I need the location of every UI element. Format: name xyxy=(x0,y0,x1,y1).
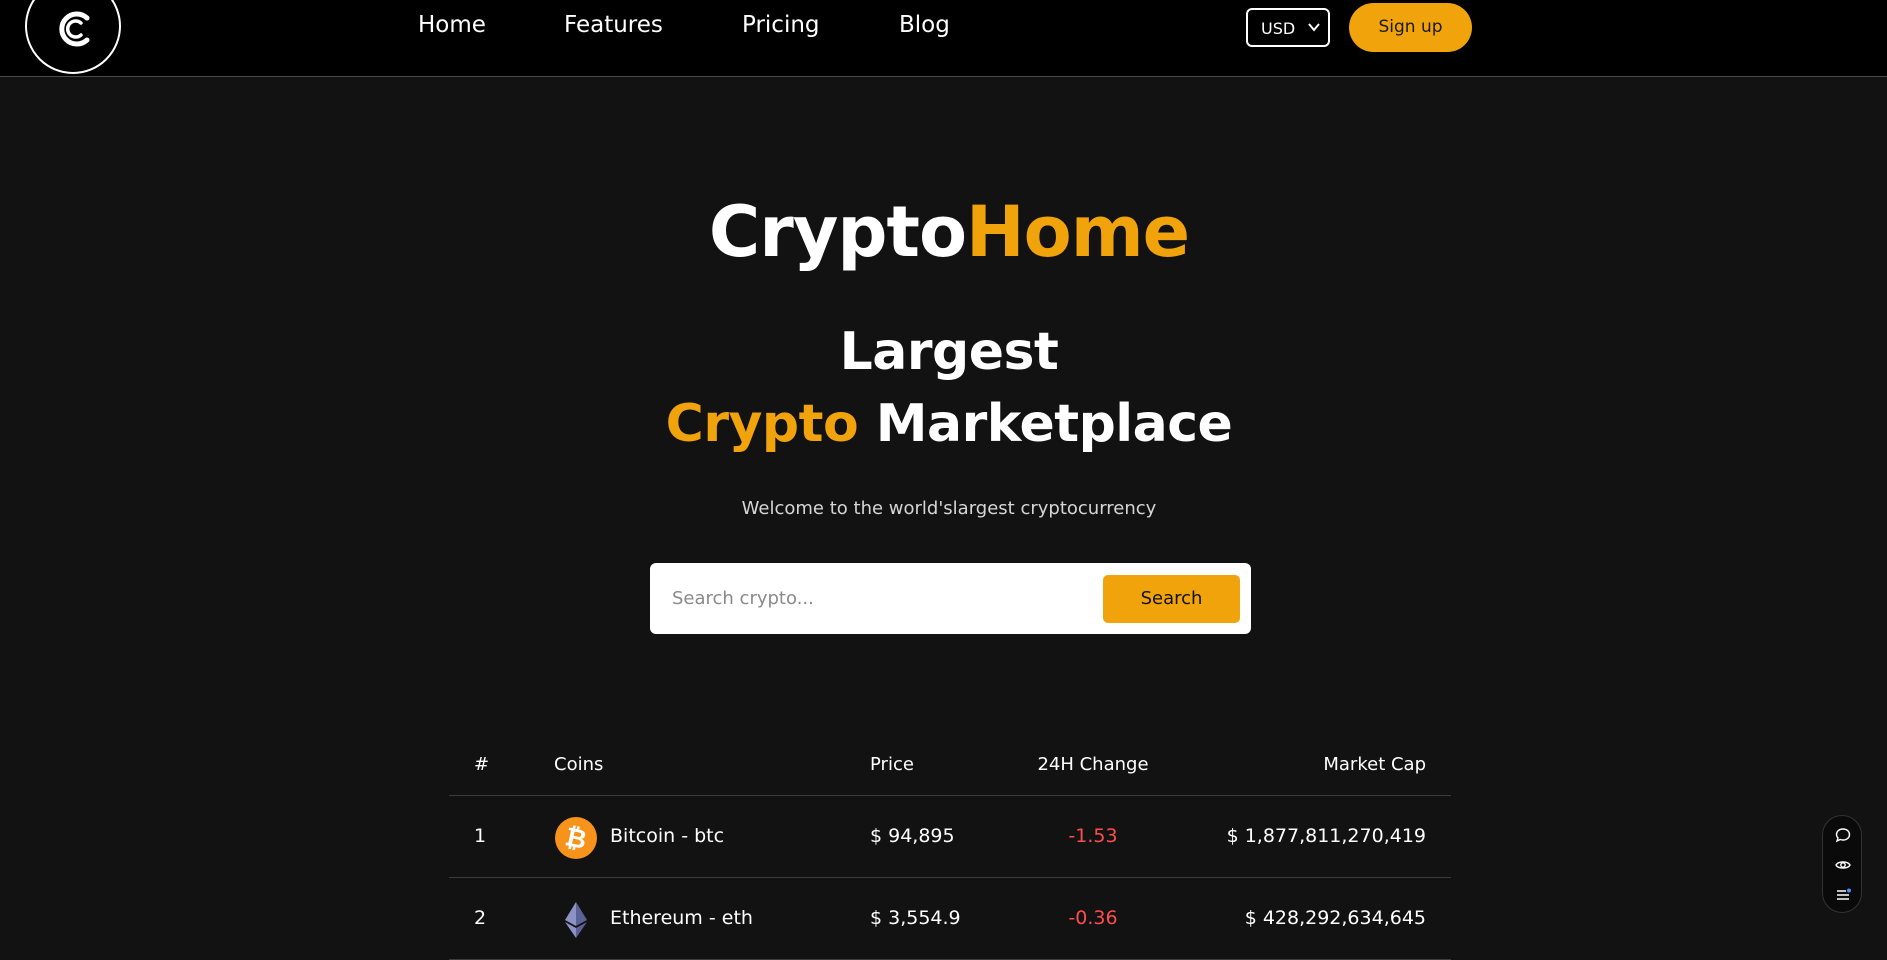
signup-button[interactable]: Sign up xyxy=(1349,3,1472,52)
search-button[interactable]: Search xyxy=(1103,575,1240,623)
logo-c-icon xyxy=(59,11,90,47)
table-row[interactable]: 1 ₿ Bitcoin - btc $ 94,895 -1.53 $ 1,877… xyxy=(449,796,1451,878)
row-price: $ 3,554.9 xyxy=(870,907,961,929)
brand-title-accent: Home xyxy=(966,191,1190,273)
search-form: Search xyxy=(650,563,1251,634)
headline-line1: Largest xyxy=(839,322,1059,382)
table-header: # Coins Price 24H Change Market Cap xyxy=(449,742,1451,796)
chat-icon[interactable] xyxy=(1835,827,1851,843)
bitcoin-icon: ₿ xyxy=(555,817,597,859)
nav-features[interactable]: Features xyxy=(564,12,663,38)
top-navbar: Home Features Pricing Blog USD Sign up xyxy=(0,0,1887,77)
nav-blog[interactable]: Blog xyxy=(899,12,950,38)
ethereum-icon xyxy=(565,902,587,938)
row-coin-name: Ethereum - eth xyxy=(610,907,753,929)
headline-accent: Crypto xyxy=(665,394,859,454)
currency-select[interactable]: USD xyxy=(1246,8,1330,47)
nav-pricing[interactable]: Pricing xyxy=(742,12,820,38)
brand-title: CryptoHome xyxy=(0,182,1887,282)
search-input[interactable] xyxy=(670,575,1090,621)
header-price: Price xyxy=(870,754,914,775)
row-coin-name: Bitcoin - btc xyxy=(610,825,725,847)
chevron-down-icon xyxy=(1308,23,1320,32)
row-24h-change: -0.36 xyxy=(1068,907,1118,929)
header-coins: Coins xyxy=(554,754,604,775)
row-rank: 2 xyxy=(474,907,487,929)
headline-rest: Marketplace xyxy=(875,394,1233,454)
list-icon[interactable] xyxy=(1835,887,1851,903)
header-24h-change: 24H Change xyxy=(1037,754,1149,775)
row-price: $ 94,895 xyxy=(870,825,955,847)
row-market-cap: $ 1,877,811,270,419 xyxy=(1226,825,1426,847)
row-24h-change: -1.53 xyxy=(1068,825,1118,847)
eye-icon[interactable] xyxy=(1835,857,1851,873)
header-market-cap: Market Cap xyxy=(1323,754,1426,775)
floating-side-widget xyxy=(1822,815,1862,913)
row-market-cap: $ 428,292,634,645 xyxy=(1244,907,1426,929)
logo[interactable] xyxy=(25,0,121,74)
hero-headline: Largest Crypto Marketplace xyxy=(0,316,1887,460)
hero-tagline: Welcome to the world'slargest cryptocurr… xyxy=(741,498,1157,519)
brand-title-white: Crypto xyxy=(708,191,967,273)
currency-value: USD xyxy=(1261,19,1296,38)
nav-home[interactable]: Home xyxy=(418,12,486,38)
row-rank: 1 xyxy=(474,825,487,847)
headline-line2: Crypto Marketplace xyxy=(0,388,1887,460)
table-row[interactable]: 2 Ethereum - eth $ 3,554.9 -0.36 $ 428,2… xyxy=(449,878,1451,960)
crypto-table: # Coins Price 24H Change Market Cap 1 ₿ … xyxy=(449,742,1451,960)
header-rank: # xyxy=(474,754,490,775)
